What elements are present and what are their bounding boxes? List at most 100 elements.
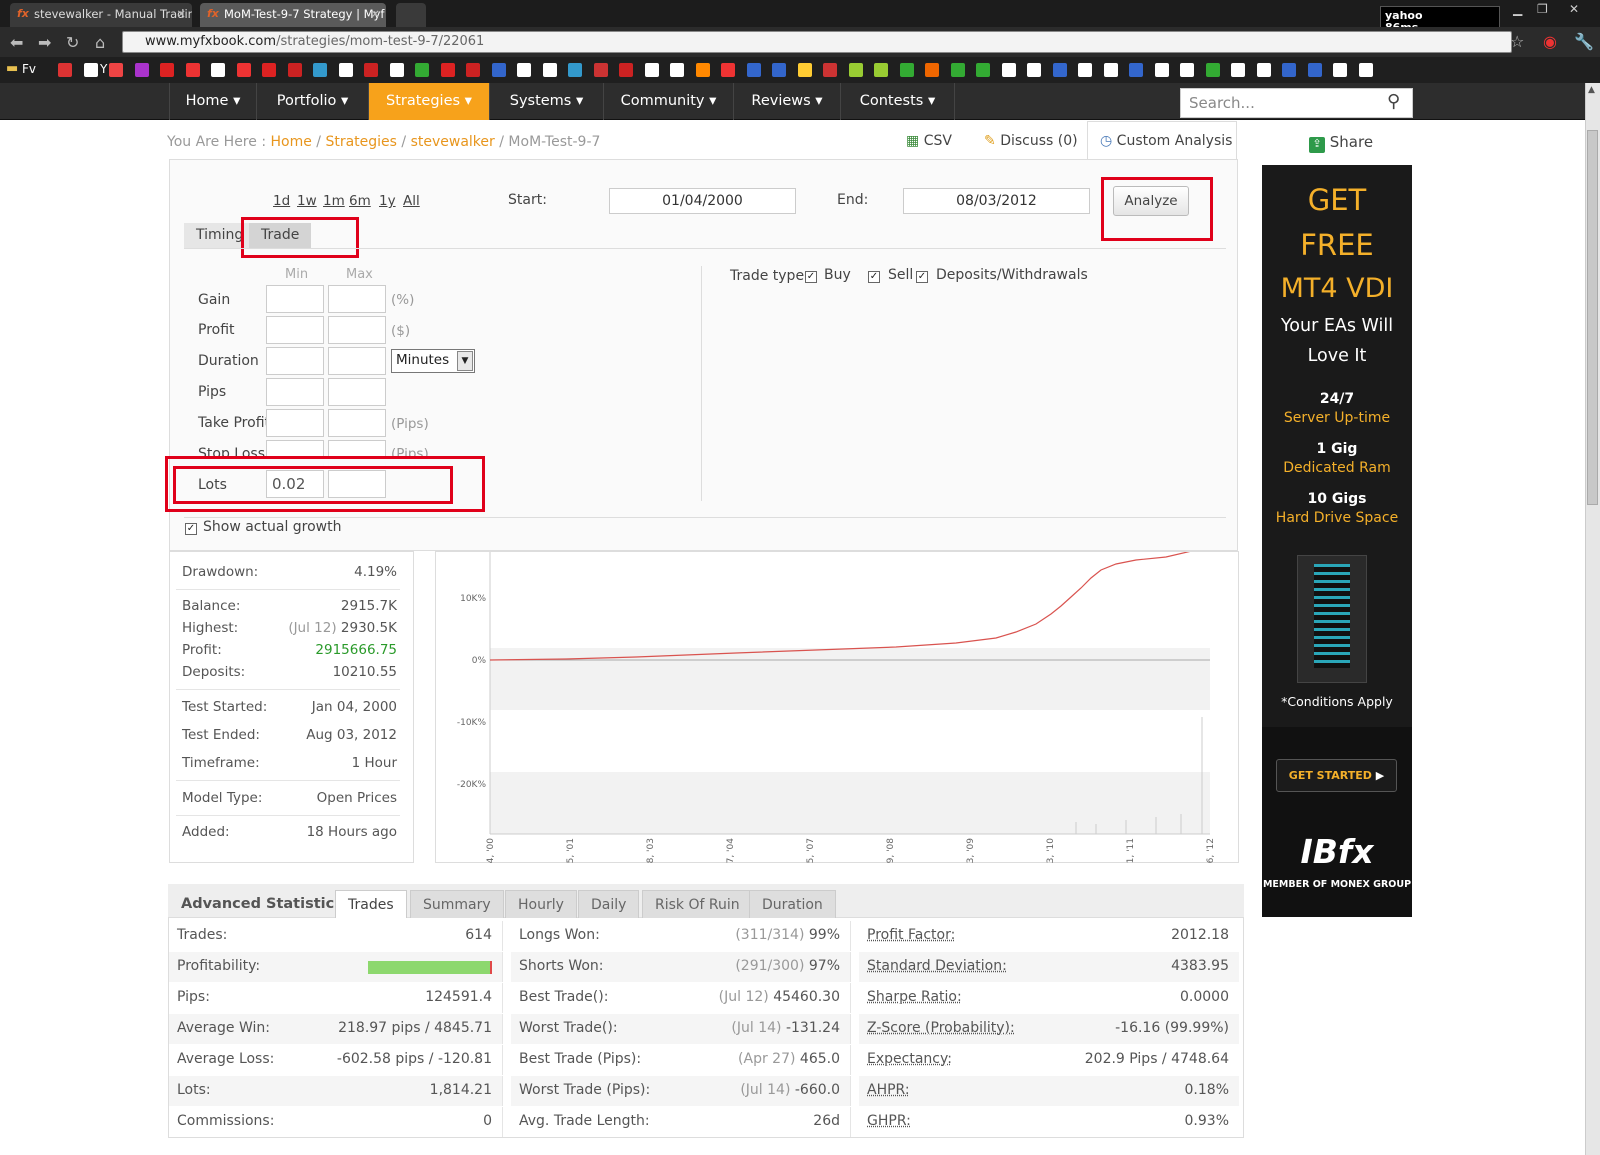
bookmark-favicon-icon[interactable] — [134, 63, 149, 77]
duration-max-input[interactable] — [328, 347, 386, 375]
bookmark-favicon-icon[interactable] — [976, 63, 990, 77]
bookmark-favicon-icon[interactable] — [874, 63, 888, 77]
bookmark-favicon-icon[interactable] — [517, 63, 531, 77]
take-profit-max-input[interactable] — [328, 409, 386, 437]
profit-min-input[interactable] — [266, 316, 324, 344]
bookmark-favicon-icon[interactable] — [364, 63, 378, 77]
close-tab-icon[interactable]: ✕ — [176, 7, 186, 21]
bookmark-favicon-icon[interactable] — [772, 63, 786, 77]
bookmark-favicon-icon[interactable] — [1001, 63, 1016, 77]
bookmark-favicon-icon[interactable] — [1103, 63, 1118, 77]
scrollbar-thumb[interactable] — [1587, 130, 1598, 505]
bookmark-favicon-icon[interactable] — [670, 63, 684, 77]
pips-min-input[interactable] — [266, 378, 324, 406]
bookmark-favicon-icon[interactable] — [415, 63, 429, 77]
breadcrumb-user[interactable]: stevewalker — [411, 134, 495, 150]
show-growth-checkbox[interactable]: ✓ — [185, 521, 197, 536]
bookmark-favicon-icon[interactable] — [287, 63, 302, 77]
buy-checkbox[interactable]: ✓ — [805, 269, 817, 284]
address-bar[interactable]: www.myfxbook.com/strategies/mom-test-9-7… — [122, 31, 1512, 53]
bookmark-favicon-icon[interactable] — [1256, 63, 1271, 77]
gain-max-input[interactable] — [328, 285, 386, 313]
nav-contests[interactable]: Contests ▾ — [841, 83, 955, 120]
breadcrumb-strategies[interactable]: Strategies — [325, 134, 397, 150]
bookmark-favicon-icon[interactable] — [568, 63, 582, 77]
bookmark-favicon-icon[interactable] — [236, 63, 251, 77]
bookmark-favicon-icon[interactable] — [1358, 63, 1373, 77]
minimize-icon[interactable]: ▁ — [1513, 2, 1522, 16]
bookmark-favicon-icon[interactable] — [338, 63, 353, 77]
bookmark-favicon-icon[interactable] — [83, 63, 98, 77]
breadcrumb-home[interactable]: Home — [271, 134, 312, 150]
tab-hourly[interactable]: Hourly — [505, 890, 577, 918]
start-date-input[interactable]: 01/04/2000 — [609, 188, 796, 214]
range-1w[interactable]: 1w — [297, 193, 317, 209]
bookmark-favicon-icon[interactable] — [1307, 63, 1322, 77]
nav-strategies[interactable]: Strategies ▾ — [369, 83, 490, 120]
bookmark-favicon-icon[interactable] — [848, 63, 863, 77]
custom-analysis-link[interactable]: ◷ Custom Analysis — [1100, 133, 1232, 149]
bookmark-favicon-icon[interactable] — [721, 63, 735, 77]
stop-loss-min-input[interactable] — [266, 440, 324, 457]
home-icon[interactable]: ⌂ — [95, 33, 105, 52]
bookmark-favicon-icon[interactable] — [797, 63, 812, 77]
bookmark-favicon-icon[interactable] — [1078, 63, 1092, 77]
nav-portfolio[interactable]: Portfolio ▾ — [257, 83, 369, 120]
bookmark-favicon-icon[interactable] — [899, 63, 914, 77]
bookmark-favicon-icon[interactable] — [695, 63, 710, 77]
take-profit-min-input[interactable] — [266, 409, 324, 437]
stat-label[interactable]: Expectancy: — [867, 1051, 952, 1067]
bookmark-favicon-icon[interactable] — [644, 63, 659, 77]
search-input[interactable]: Search... — [1180, 88, 1413, 118]
range-all[interactable]: All — [403, 193, 420, 209]
bookmark-favicon-icon[interactable] — [185, 63, 200, 77]
nav-home[interactable]: Home ▾ — [169, 83, 257, 120]
gain-min-input[interactable] — [266, 285, 324, 313]
bookmark-fv[interactable]: Fv — [22, 62, 36, 76]
bookmark-favicon-icon[interactable] — [950, 63, 965, 77]
discuss-link[interactable]: ✎ Discuss (0) — [984, 133, 1078, 149]
bookmark-favicon-icon[interactable] — [619, 63, 633, 77]
bookmark-favicon-icon[interactable] — [1129, 63, 1143, 77]
range-1d[interactable]: 1d — [273, 193, 290, 209]
bookmark-favicon-icon[interactable] — [1180, 63, 1194, 77]
bookmark-star-icon[interactable]: ☆ — [1510, 32, 1524, 51]
tab-summary[interactable]: Summary — [410, 890, 504, 918]
bookmark-favicon-icon[interactable] — [746, 63, 761, 77]
new-tab-button[interactable] — [396, 3, 426, 27]
close-window-icon[interactable]: ✕ — [1569, 2, 1579, 16]
bookmark-favicon-icon[interactable] — [262, 63, 276, 77]
range-1y[interactable]: 1y — [379, 193, 396, 209]
browser-tab[interactable]: fx stevewalker - Manual Trading ✕ — [10, 3, 192, 27]
deposits-checkbox[interactable]: ✓ — [916, 269, 928, 284]
nav-community[interactable]: Community ▾ — [604, 83, 734, 120]
pips-max-input[interactable] — [328, 378, 386, 406]
browser-tab-active[interactable]: fx MoM-Test-9-7 Strategy | Myf ✕ — [200, 3, 386, 27]
extension-record-icon[interactable]: ◉ — [1543, 32, 1557, 51]
bookmark-favicon-icon[interactable] — [160, 63, 174, 77]
bookmark-favicon-icon[interactable] — [542, 63, 557, 77]
range-1m[interactable]: 1m — [323, 193, 345, 209]
bookmark-favicon-icon[interactable] — [109, 63, 123, 77]
search-icon[interactable]: ⚲ — [1387, 91, 1400, 112]
bookmark-favicon-icon[interactable] — [211, 63, 225, 77]
bookmark-favicon-icon[interactable] — [1282, 63, 1296, 77]
stat-label[interactable]: AHPR: — [867, 1082, 910, 1098]
share-button[interactable]: ⇪ Share — [1309, 133, 1373, 153]
csv-link[interactable]: ▦ CSV — [906, 133, 952, 149]
tab-daily[interactable]: Daily — [578, 890, 640, 918]
stat-label[interactable]: Sharpe Ratio: — [867, 989, 962, 1005]
close-tab-icon[interactable]: ✕ — [370, 7, 380, 21]
wrench-icon[interactable]: 🔧 — [1574, 32, 1594, 51]
duration-min-input[interactable] — [266, 347, 324, 375]
stat-label[interactable]: Profit Factor: — [867, 927, 955, 943]
scroll-up-icon[interactable]: ▲ — [1588, 85, 1595, 95]
bookmark-favicon-icon[interactable] — [1231, 63, 1245, 77]
tab-trades[interactable]: Trades — [335, 890, 407, 918]
bookmark-favicon-icon[interactable] — [466, 63, 480, 77]
bookmark-favicon-icon[interactable] — [593, 63, 608, 77]
stop-loss-max-input[interactable] — [328, 440, 386, 457]
bookmark-favicon-icon[interactable] — [1154, 63, 1169, 77]
stat-label[interactable]: Standard Deviation: — [867, 958, 1007, 974]
forward-icon[interactable]: ➡ — [38, 33, 51, 52]
